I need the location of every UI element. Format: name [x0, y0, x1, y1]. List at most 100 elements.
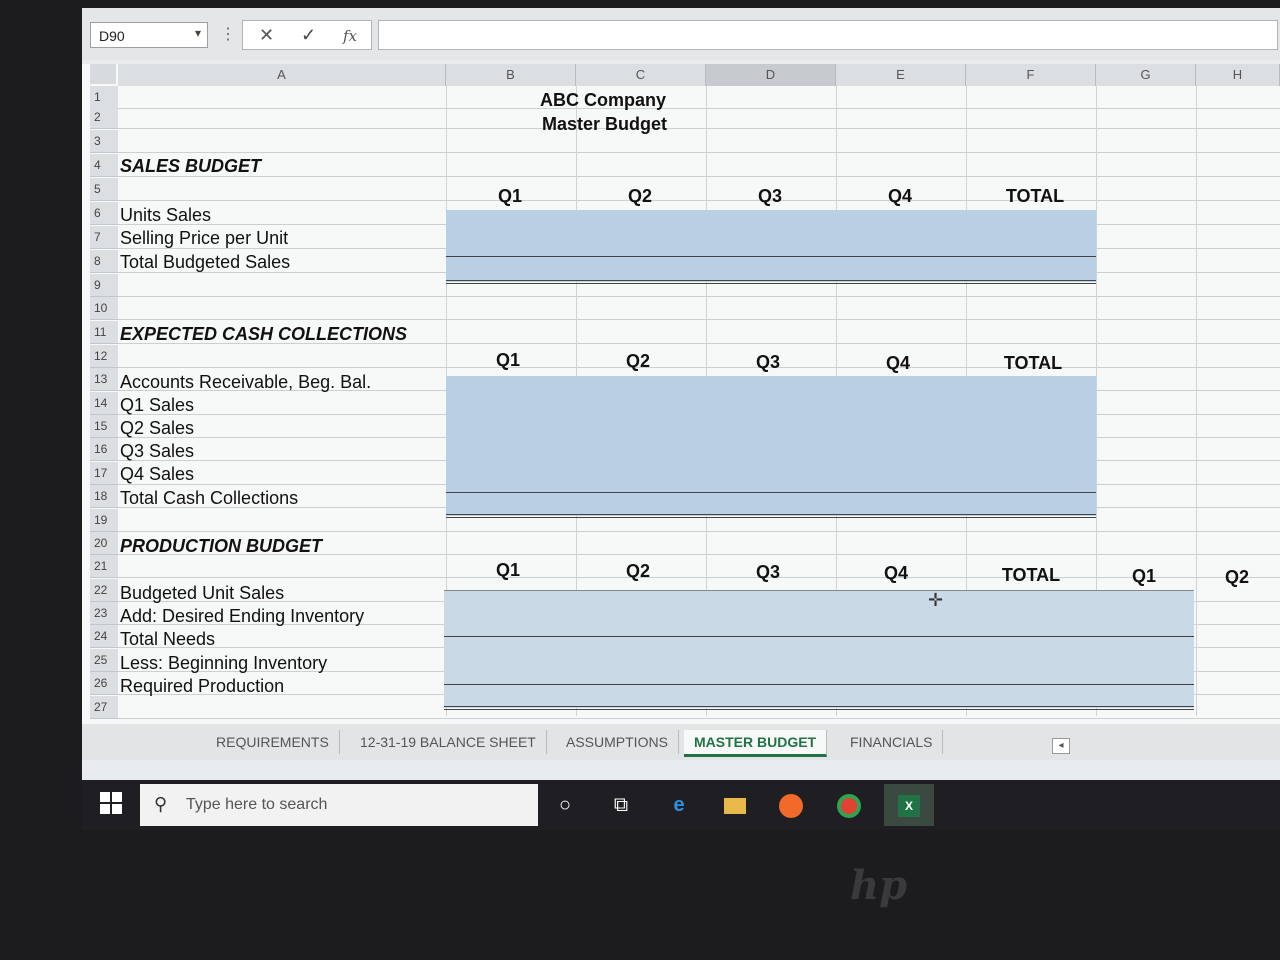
gridline: [118, 296, 1280, 297]
cash-input-range[interactable]: [446, 376, 1096, 516]
column-header-c[interactable]: C: [576, 64, 706, 86]
row-header[interactable]: 3: [90, 130, 118, 153]
insert-function-icon[interactable]: fx: [343, 27, 357, 45]
row-header[interactable]: 22: [90, 579, 118, 602]
gridline: [1196, 86, 1197, 716]
selling-price-label: Selling Price per Unit: [120, 228, 289, 248]
tab-financials[interactable]: FINANCIALS: [840, 730, 944, 754]
scroll-left-icon[interactable]: ◂: [1052, 738, 1070, 754]
column-header-a[interactable]: A: [118, 64, 446, 86]
row-header[interactable]: 12: [90, 345, 118, 368]
column-header-h[interactable]: H: [1196, 64, 1280, 86]
q4-sales-label: Q4 Sales: [120, 464, 195, 484]
screen: D90 ▾ ⋮ ✕ ✓ fx A B C D E F G H 12 3456789…: [82, 8, 1280, 830]
edge-icon[interactable]: e: [662, 788, 696, 822]
worksheet-grid[interactable]: A B C D E F G H 1 2 3 4 5 6 7 8 9 10 11 12 13 14 15 16 1…: [82, 64, 1280, 724]
file-explorer-icon[interactable]: [718, 788, 752, 822]
chevron-down-icon[interactable]: ▾: [195, 26, 201, 40]
row-header[interactable]: 10: [90, 297, 118, 320]
column-header-f[interactable]: F: [966, 64, 1096, 86]
task-view-icon[interactable]: ⧉: [604, 788, 638, 822]
row-header[interactable]: 19: [90, 509, 118, 532]
sales-budget-heading: SALES BUDGET: [120, 156, 262, 176]
more-options-icon[interactable]: ⋮: [220, 24, 236, 44]
ar-beg-bal-label: Accounts Receivable, Beg. Bal.: [120, 372, 372, 392]
row-header[interactable]: 8: [90, 250, 118, 273]
select-all-corner[interactable]: [90, 64, 116, 84]
row-header[interactable]: 11: [90, 321, 118, 344]
row-header[interactable]: 16: [90, 438, 118, 461]
row-header[interactable]: 27: [90, 696, 118, 719]
q1-sales-label: Q1 Sales: [120, 395, 195, 415]
gridline: [118, 200, 1280, 201]
subtotal-border: [444, 684, 1194, 685]
cash-q4-header: Q4: [885, 353, 910, 373]
total-border: [446, 514, 1096, 515]
row-header[interactable]: 15: [90, 415, 118, 438]
row-header[interactable]: 14: [90, 392, 118, 415]
total-needs-label: Total Needs: [120, 629, 216, 649]
name-box-value: D90: [99, 28, 125, 44]
row-header[interactable]: 20: [90, 532, 118, 555]
column-header-d[interactable]: D: [706, 64, 836, 86]
enter-icon[interactable]: ✓: [301, 25, 316, 46]
prod-q4-header: Q4: [883, 563, 908, 583]
search-placeholder: Type here to search: [186, 796, 328, 813]
row-header[interactable]: 17: [90, 462, 118, 485]
cash-q3-header: Q3: [755, 352, 780, 372]
row-header[interactable]: 13: [90, 368, 118, 391]
cortana-icon[interactable]: ○: [548, 788, 582, 822]
row-header[interactable]: 2: [90, 106, 118, 129]
total-border: [446, 517, 1096, 518]
taskbar-search[interactable]: ⚲ Type here to search: [140, 784, 538, 826]
prod-q1b-header: Q1: [1131, 566, 1156, 586]
row-header[interactable]: 9: [90, 274, 118, 297]
column-header-e[interactable]: E: [836, 64, 966, 86]
total-border: [444, 709, 1194, 710]
taskbar: ⚲ Type here to search ○ ⧉ e X: [82, 780, 1280, 830]
total-border: [446, 280, 1096, 281]
name-box[interactable]: D90 ▾: [90, 22, 208, 48]
chrome-icon[interactable]: [832, 788, 866, 822]
tab-requirements[interactable]: REQUIREMENTS: [206, 730, 340, 754]
sales-input-range[interactable]: [446, 210, 1096, 282]
sales-q3-header: Q3: [757, 186, 782, 206]
row-header[interactable]: 25: [90, 649, 118, 672]
firefox-icon[interactable]: [774, 788, 808, 822]
cash-collections-heading: EXPECTED CASH COLLECTIONS: [120, 324, 408, 344]
prod-q3-header: Q3: [755, 562, 780, 582]
formula-input[interactable]: [378, 20, 1278, 50]
row-header[interactable]: 6: [90, 202, 118, 225]
tab-master-budget[interactable]: MASTER BUDGET: [684, 730, 828, 757]
production-input-range[interactable]: [444, 590, 1194, 708]
row-header[interactable]: 5: [90, 178, 118, 201]
row-header[interactable]: 4: [90, 154, 118, 177]
cash-q1-header: Q1: [495, 350, 520, 370]
sales-q4-header: Q4: [887, 186, 912, 206]
sales-q1-header: Q1: [497, 186, 522, 206]
column-header-b[interactable]: B: [446, 64, 576, 86]
gridline: [118, 108, 1280, 109]
tab-balance-sheet[interactable]: 12-31-19 BALANCE SHEET: [350, 730, 547, 754]
cancel-icon[interactable]: ✕: [259, 25, 274, 46]
excel-icon[interactable]: X: [884, 784, 934, 826]
gridline: [118, 367, 1280, 368]
row-header[interactable]: 7: [90, 226, 118, 249]
row-header[interactable]: 23: [90, 602, 118, 625]
row-header[interactable]: 18: [90, 485, 118, 508]
cash-q2-header: Q2: [625, 351, 650, 371]
company-title: ABC Company: [540, 90, 667, 110]
budget-title: Master Budget: [542, 114, 668, 134]
windows-start-icon[interactable]: [100, 792, 124, 816]
column-header-g[interactable]: G: [1096, 64, 1196, 86]
row-header[interactable]: 21: [90, 555, 118, 578]
q2-sales-label: Q2 Sales: [120, 418, 195, 438]
prod-total-header: TOTAL: [1001, 565, 1061, 585]
tab-assumptions[interactable]: ASSUMPTIONS: [556, 730, 679, 754]
gridline: [118, 531, 1280, 532]
row-header[interactable]: 24: [90, 625, 118, 648]
hp-logo: hp: [850, 862, 908, 909]
prod-q2b-header: Q2: [1224, 567, 1249, 587]
row-header[interactable]: 26: [90, 672, 118, 695]
subtotal-border: [446, 256, 1096, 257]
